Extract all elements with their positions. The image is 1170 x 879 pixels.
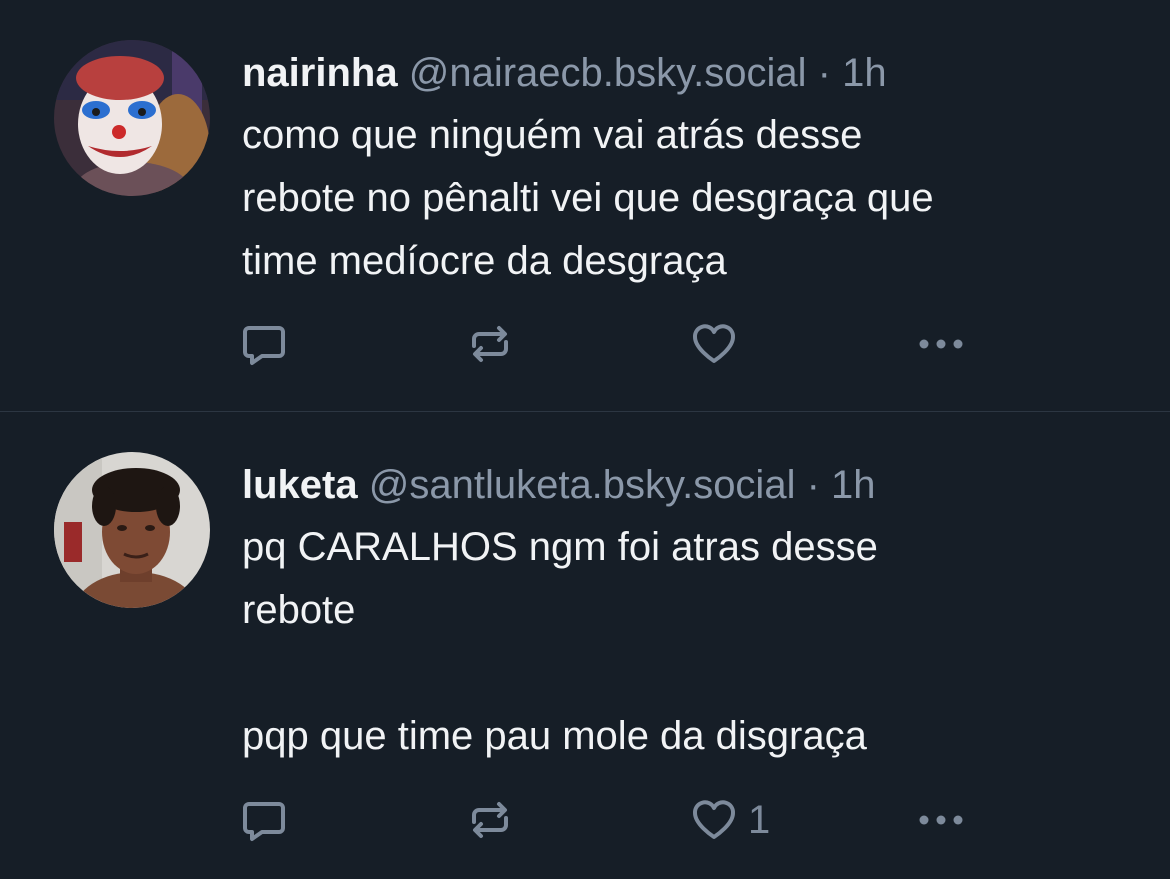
post-item[interactable]: nairinha @nairaecb.bsky.social · 1h como… xyxy=(0,0,1170,411)
header-separator: · xyxy=(817,51,831,95)
reply-button[interactable] xyxy=(240,320,288,368)
author-handle[interactable]: @santluketa.bsky.social xyxy=(369,463,796,507)
author-display-name[interactable]: nairinha xyxy=(242,51,398,95)
post-text-line: pq CARALHOS ngm foi atras desse xyxy=(242,525,878,569)
avatar-image xyxy=(54,452,210,608)
post-text: pq CARALHOS ngm foi atras desse rebote p… xyxy=(242,516,1142,768)
repost-button[interactable] xyxy=(466,796,514,844)
repost-button[interactable] xyxy=(466,320,514,368)
avatar[interactable] xyxy=(54,40,210,196)
post-text: como que ninguém vai atrás desse rebote … xyxy=(242,104,1142,293)
post-feed: nairinha @nairaecb.bsky.social · 1h como… xyxy=(0,0,1170,879)
heart-icon xyxy=(693,324,735,363)
more-icon xyxy=(919,815,963,825)
post-timestamp[interactable]: 1h xyxy=(831,463,876,507)
like-count: 1 xyxy=(748,798,771,842)
post-text-line: pqp que time pau mole da disgraça xyxy=(242,714,867,758)
repost-icon xyxy=(472,326,508,362)
avatar-image xyxy=(54,40,210,196)
author-handle[interactable]: @nairaecb.bsky.social xyxy=(409,51,807,95)
post-item[interactable]: luketa @santluketa.bsky.social · 1h pq C… xyxy=(0,412,1170,879)
more-options-button[interactable] xyxy=(916,796,972,844)
post-text-line: time medíocre da desgraça xyxy=(242,239,727,283)
author-display-name[interactable]: luketa xyxy=(242,463,358,507)
reply-button[interactable] xyxy=(240,796,288,844)
repost-icon xyxy=(472,802,508,838)
post-text-line: rebote xyxy=(242,588,356,632)
post-actions: 1 xyxy=(240,796,1000,844)
post-actions xyxy=(240,320,1000,368)
avatar[interactable] xyxy=(54,452,210,608)
header-separator: · xyxy=(806,463,820,507)
post-header: luketa @santluketa.bsky.social · 1h xyxy=(242,458,876,512)
heart-icon xyxy=(693,800,735,839)
reply-icon xyxy=(243,326,285,365)
more-icon xyxy=(919,339,963,349)
post-timestamp[interactable]: 1h xyxy=(842,51,887,95)
like-button[interactable]: 1 xyxy=(690,796,770,844)
more-options-button[interactable] xyxy=(916,320,972,368)
like-button[interactable] xyxy=(690,320,748,368)
post-text-line: como que ninguém vai atrás desse xyxy=(242,113,863,157)
reply-icon xyxy=(243,802,285,841)
post-text-line: rebote no pênalti vei que desgraça que xyxy=(242,176,934,220)
post-header: nairinha @nairaecb.bsky.social · 1h xyxy=(242,46,887,100)
